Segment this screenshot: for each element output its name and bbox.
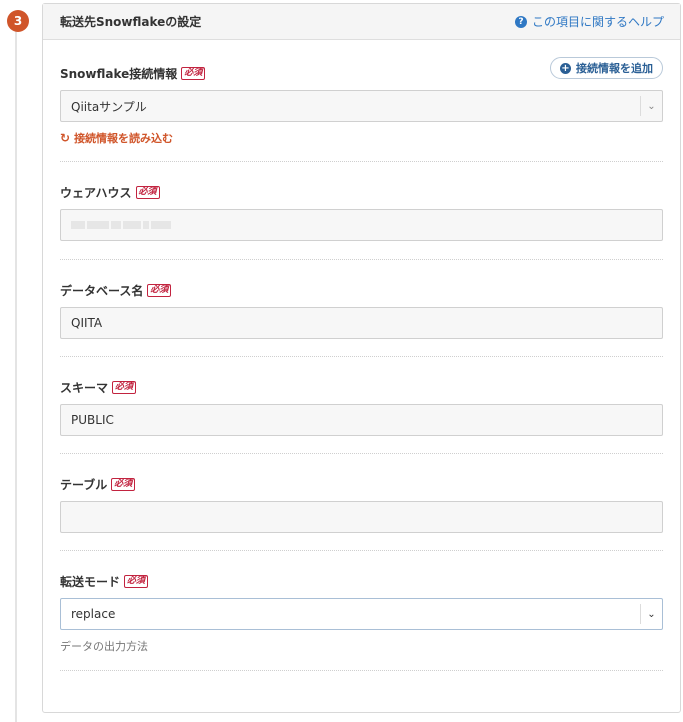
required-badge: 必須 <box>135 186 160 199</box>
question-circle-icon: ? <box>514 15 527 28</box>
schema-input[interactable]: PUBLIC <box>60 404 663 436</box>
step-number-badge: 3 <box>7 10 29 32</box>
warehouse-label-row: ウェアハウス 必須 <box>60 184 663 201</box>
connection-select-value: Qiitaサンプル <box>71 99 147 114</box>
warehouse-field: ウェアハウス 必須 <box>60 162 663 260</box>
timeline-line <box>15 28 17 722</box>
transfer-mode-select[interactable]: replace ⌄ <box>60 598 663 630</box>
database-value: QIITA <box>71 316 103 330</box>
table-input[interactable] <box>60 501 663 533</box>
reload-connection-label: 接続情報を読み込む <box>74 132 174 145</box>
warehouse-input[interactable] <box>60 209 663 241</box>
chevron-down-icon: ⌄ <box>640 604 662 624</box>
database-label-row: データベース名 必須 <box>60 282 663 299</box>
add-connection-label: 接続情報を追加 <box>576 62 653 75</box>
help-link[interactable]: ? この項目に関するヘルプ <box>514 13 664 30</box>
reload-connection-link[interactable]: ↻ 接続情報を読み込む <box>60 130 663 146</box>
help-link-label: この項目に関するヘルプ <box>531 15 664 29</box>
panel-body: Snowflake接続情報 必須 + 接続情報を追加 Qiitaサンプル ⌄ ↻… <box>43 40 680 671</box>
redacted-value <box>71 221 171 229</box>
panel-header: 転送先Snowflakeの設定 ? この項目に関するヘルプ <box>43 4 680 40</box>
plus-circle-icon: + <box>560 62 571 74</box>
required-badge: 必須 <box>147 284 172 297</box>
table-label: テーブル <box>60 478 108 492</box>
database-field: データベース名 必須 QIITA <box>60 260 663 357</box>
required-badge: 必須 <box>124 575 149 588</box>
connection-field: Snowflake接続情報 必須 + 接続情報を追加 Qiitaサンプル ⌄ ↻… <box>60 40 663 162</box>
database-label: データベース名 <box>60 284 144 298</box>
warehouse-label: ウェアハウス <box>60 186 132 200</box>
transfer-mode-hint: データの出力方法 <box>60 640 148 653</box>
transfer-mode-label-row: 転送モード 必須 <box>60 573 663 590</box>
chevron-down-icon: ⌄ <box>640 96 662 116</box>
schema-label: スキーマ <box>60 381 109 395</box>
connection-select[interactable]: Qiitaサンプル ⌄ <box>60 90 663 122</box>
database-input[interactable]: QIITA <box>60 307 663 339</box>
schema-label-row: スキーマ 必須 <box>60 379 663 396</box>
table-field: テーブル 必須 <box>60 454 663 551</box>
refresh-icon: ↻ <box>60 131 71 145</box>
snowflake-settings-panel: 転送先Snowflakeの設定 ? この項目に関するヘルプ Snowflake接… <box>42 3 681 713</box>
required-badge: 必須 <box>112 381 137 394</box>
schema-value: PUBLIC <box>71 413 114 427</box>
panel-title: 転送先Snowflakeの設定 <box>60 15 202 29</box>
transfer-mode-select-value: replace <box>71 607 116 621</box>
table-label-row: テーブル 必須 <box>60 476 663 493</box>
add-connection-button[interactable]: + 接続情報を追加 <box>550 57 663 79</box>
transfer-mode-label: 転送モード <box>60 575 121 589</box>
connection-label: Snowflake接続情報 <box>60 67 178 81</box>
required-badge: 必須 <box>111 478 136 491</box>
schema-field: スキーマ 必須 PUBLIC <box>60 357 663 454</box>
transfer-mode-field: 転送モード 必須 replace ⌄ データの出力方法 <box>60 551 663 671</box>
required-badge: 必須 <box>181 67 206 80</box>
